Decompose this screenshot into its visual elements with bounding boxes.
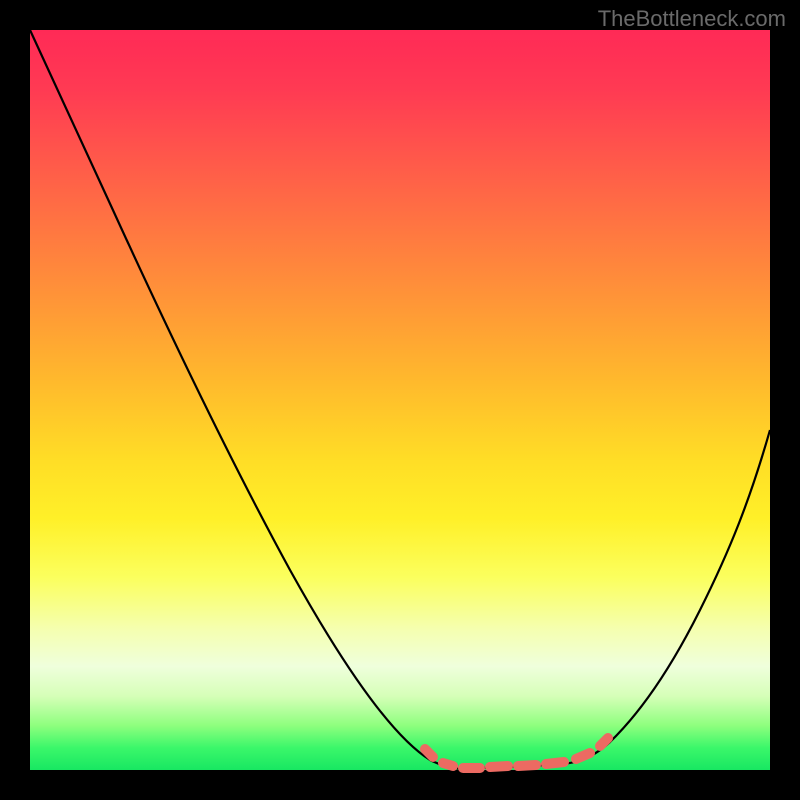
- marker-seg: [425, 749, 433, 757]
- marker-seg: [518, 765, 536, 766]
- watermark-text: TheBottleneck.com: [598, 6, 786, 32]
- trough-markers: [425, 738, 608, 768]
- marker-seg: [546, 762, 564, 764]
- marker-seg: [490, 766, 508, 767]
- marker-seg: [443, 763, 453, 766]
- marker-seg: [576, 753, 590, 759]
- marker-seg: [600, 738, 608, 746]
- chart-svg: [30, 30, 770, 770]
- bottleneck-curve: [30, 30, 770, 769]
- chart-plot-area: [30, 30, 770, 770]
